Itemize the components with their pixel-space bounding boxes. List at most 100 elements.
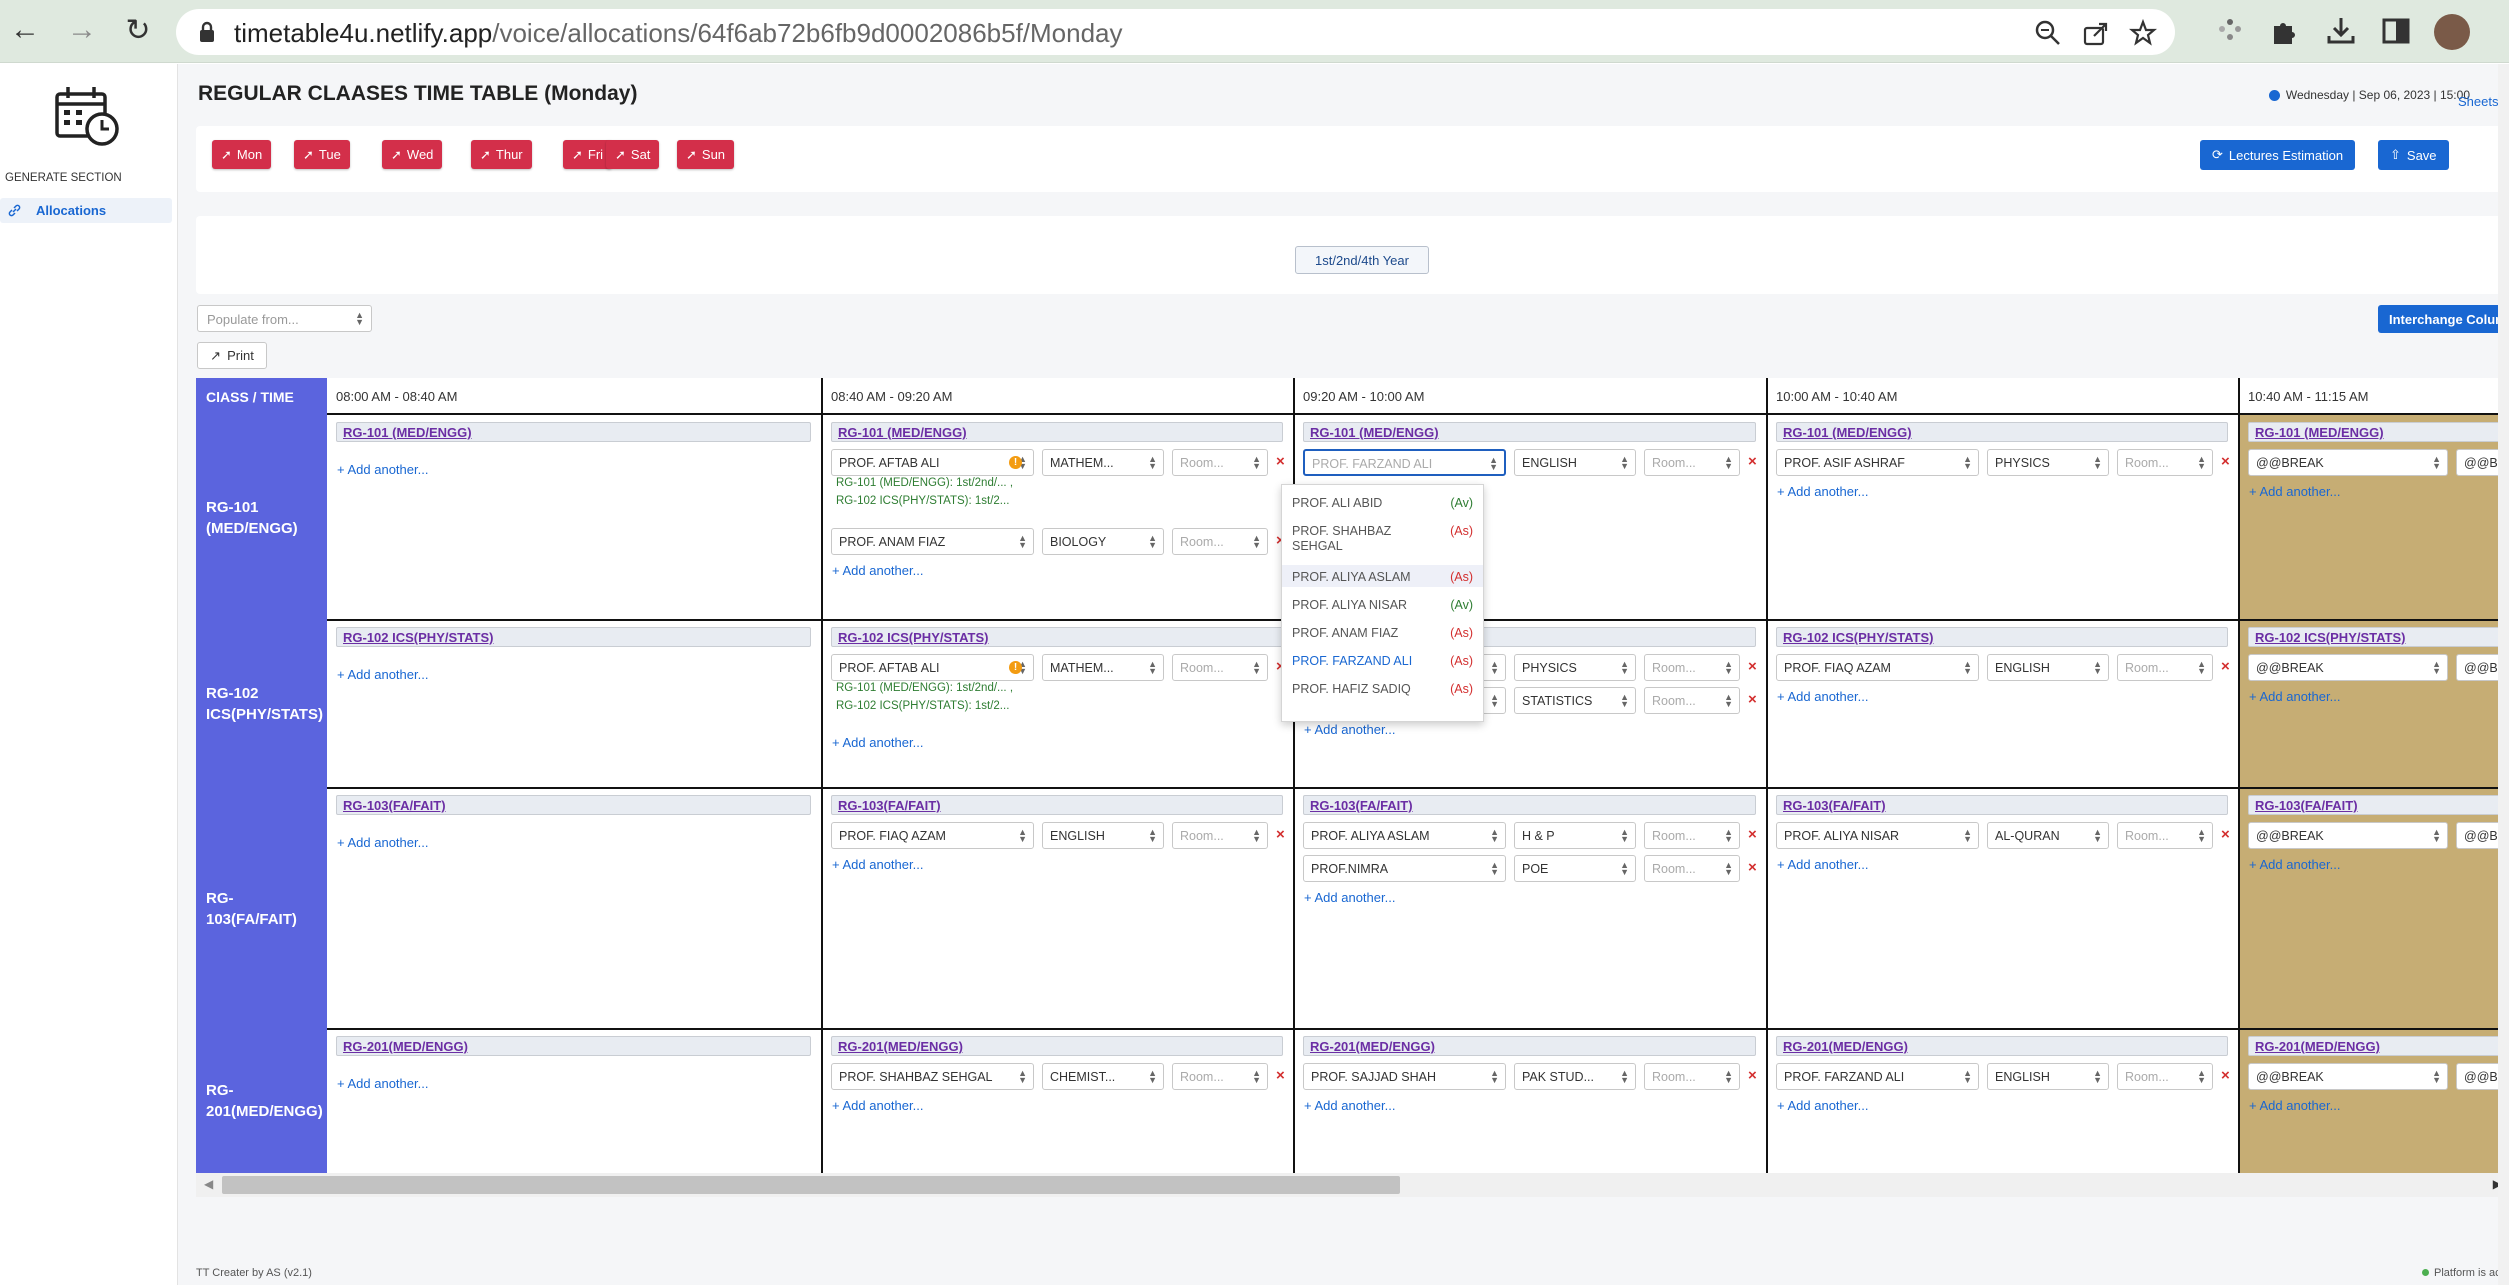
print-button[interactable]: ↗ Print: [197, 342, 267, 369]
room-select[interactable]: Room... ▲ ▼: [1644, 855, 1740, 882]
class-tag-link[interactable]: RG-102 ICS(PHY/STATS): [336, 627, 811, 647]
remove-entry-icon[interactable]: ×: [1276, 826, 1285, 843]
subject-select[interactable]: ENGLISH ▲ ▼: [1987, 1063, 2109, 1090]
class-tag-link[interactable]: RG-201(MED/ENGG): [1303, 1036, 1756, 1056]
add-another-link[interactable]: + Add another...: [1777, 689, 1868, 704]
dropdown-option[interactable]: PROF. SHAHBAZ SEHGAL (As): [1282, 519, 1483, 559]
remove-entry-icon[interactable]: ×: [1748, 453, 1757, 470]
room-select[interactable]: Room... ▲ ▼: [2117, 654, 2213, 681]
zoom-icon[interactable]: [2034, 19, 2062, 47]
subject-select[interactable]: PHYSICS ▲ ▼: [1514, 654, 1636, 681]
teacher-select[interactable]: PROF. SHAHBAZ SEHGAL ▲ ▼: [831, 1063, 1034, 1090]
dropdown-option[interactable]: PROF. ANAM FIAZ (As): [1282, 621, 1483, 643]
day-button-sun[interactable]: ➚ Sun: [677, 140, 735, 169]
teacher-select[interactable]: @@BREAK ▲ ▼: [2248, 822, 2448, 849]
add-another-link[interactable]: + Add another...: [832, 735, 923, 750]
sidebar-item-allocations[interactable]: Allocations: [0, 198, 172, 223]
lectures-estimation-button[interactable]: ⟳ Lectures Estimation: [2200, 140, 2356, 170]
star-icon[interactable]: [2129, 19, 2157, 47]
class-tag-link[interactable]: RG-103(FA/FAIT): [1303, 795, 1756, 815]
subject-select[interactable]: ENGLISH ▲ ▼: [1987, 654, 2109, 681]
room-select[interactable]: Room... ▲ ▼: [1172, 449, 1268, 476]
dropdown-option[interactable]: PROF. ALI ABID (Av): [1282, 491, 1483, 513]
room-select[interactable]: Room... ▲ ▼: [2117, 449, 2213, 476]
warning-icon[interactable]: !: [1009, 661, 1022, 674]
add-another-link[interactable]: + Add another...: [1304, 722, 1395, 737]
share-icon[interactable]: [2082, 19, 2110, 47]
room-select[interactable]: Room... ▲ ▼: [1644, 822, 1740, 849]
remove-entry-icon[interactable]: ×: [1748, 859, 1757, 876]
teacher-select[interactable]: PROF.NIMRA ▲ ▼: [1303, 855, 1506, 882]
class-tag-link[interactable]: RG-101 (MED/ENGG): [1303, 422, 1756, 442]
save-button[interactable]: ⇧ Save: [2378, 140, 2449, 170]
add-another-link[interactable]: + Add another...: [832, 1098, 923, 1113]
extension-loader-icon[interactable]: [2213, 14, 2247, 48]
class-tag-link[interactable]: RG-101 (MED/ENGG): [336, 422, 811, 442]
room-select[interactable]: Room... ▲ ▼: [1644, 449, 1740, 476]
vertical-scrollbar[interactable]: [2498, 64, 2509, 1285]
teacher-select[interactable]: PROF. ALIYA ASLAM ▲ ▼: [1303, 822, 1506, 849]
day-button-mon[interactable]: ➚ Mon: [212, 140, 272, 169]
add-another-link[interactable]: + Add another...: [337, 1076, 428, 1091]
scroll-left-icon[interactable]: ◀: [204, 1177, 213, 1191]
room-select[interactable]: Room... ▲ ▼: [1644, 654, 1740, 681]
remove-entry-icon[interactable]: ×: [2221, 453, 2230, 470]
class-tag-link[interactable]: RG-101 (MED/ENGG): [831, 422, 1283, 442]
teacher-dropdown[interactable]: PROF. ALI ABID (Av) PROF. SHAHBAZ SEHGAL (A…: [1281, 484, 1484, 722]
teacher-select[interactable]: @@BREAK ▲ ▼: [2248, 1063, 2448, 1090]
subject-select[interactable]: STATISTICS ▲ ▼: [1514, 687, 1636, 714]
teacher-select[interactable]: PROF. FIAQ AZAM ▲ ▼: [1776, 654, 1979, 681]
subject-select[interactable]: PHYSICS ▲ ▼: [1987, 449, 2109, 476]
add-another-link[interactable]: + Add another...: [832, 857, 923, 872]
class-tag-link[interactable]: RG-103(FA/FAIT): [336, 795, 811, 815]
teacher-select[interactable]: PROF. ANAM FIAZ ▲ ▼: [831, 528, 1034, 555]
teacher-select[interactable]: PROF. FIAQ AZAM ▲ ▼: [831, 822, 1034, 849]
remove-entry-icon[interactable]: ×: [1276, 453, 1285, 470]
class-tag-link[interactable]: RG-201(MED/ENGG): [336, 1036, 811, 1056]
remove-entry-icon[interactable]: ×: [2221, 826, 2230, 843]
profile-avatar[interactable]: [2434, 14, 2470, 50]
add-another-link[interactable]: + Add another...: [1777, 484, 1868, 499]
subject-select[interactable]: AL-QURAN ▲ ▼: [1987, 822, 2109, 849]
add-another-link[interactable]: + Add another...: [2249, 1098, 2340, 1113]
remove-entry-icon[interactable]: ×: [2221, 1067, 2230, 1084]
back-icon[interactable]: ←: [5, 10, 45, 50]
add-another-link[interactable]: + Add another...: [1777, 1098, 1868, 1113]
class-tag-link[interactable]: RG-102 ICS(PHY/STATS): [831, 627, 1283, 647]
dropdown-option[interactable]: PROF. HAFIZ SADIQ (As): [1282, 677, 1483, 699]
warning-icon[interactable]: !: [1009, 456, 1022, 469]
download-icon[interactable]: [2324, 14, 2358, 48]
horizontal-scrollbar[interactable]: ◀ ▶: [196, 1173, 2509, 1197]
subject-select[interactable]: PAK STUD... ▲ ▼: [1514, 1063, 1636, 1090]
day-button-sat[interactable]: ➚ Sat: [606, 140, 660, 169]
class-tag-link[interactable]: RG-201(MED/ENGG): [1776, 1036, 2228, 1056]
room-select[interactable]: Room... ▲ ▼: [1172, 654, 1268, 681]
teacher-select[interactable]: PROF. AFTAB ALI ▲ ▼: [831, 654, 1034, 681]
add-another-link[interactable]: + Add another...: [1304, 890, 1395, 905]
subject-select[interactable]: ENGLISH ▲ ▼: [1042, 822, 1164, 849]
remove-entry-icon[interactable]: ×: [1748, 691, 1757, 708]
add-another-link[interactable]: + Add another...: [2249, 857, 2340, 872]
add-another-link[interactable]: + Add another...: [337, 835, 428, 850]
remove-entry-icon[interactable]: ×: [1276, 1067, 1285, 1084]
day-button-thur[interactable]: ➚ Thur: [471, 140, 532, 169]
add-another-link[interactable]: + Add another...: [2249, 484, 2340, 499]
day-button-wed[interactable]: ➚ Wed: [382, 140, 443, 169]
room-select[interactable]: Room... ▲ ▼: [1172, 528, 1268, 555]
teacher-select[interactable]: PROF. AFTAB ALI ▲ ▼: [831, 449, 1034, 476]
class-tag-link[interactable]: RG-102 ICS(PHY/STATS): [1776, 627, 2228, 647]
dropdown-option[interactable]: PROF. FARZAND ALI (As): [1282, 649, 1483, 671]
day-button-fri[interactable]: ➚ Fri: [563, 140, 613, 169]
teacher-select[interactable]: PROF. FARZAND ALI ▲ ▼: [1303, 449, 1506, 476]
subject-select[interactable]: H & P ▲ ▼: [1514, 822, 1636, 849]
address-bar[interactable]: timetable4u.netlify.app/voice/allocation…: [176, 9, 2175, 55]
day-button-tue[interactable]: ➚ Tue: [294, 140, 350, 169]
room-select[interactable]: Room... ▲ ▼: [2117, 822, 2213, 849]
teacher-select[interactable]: @@BREAK ▲ ▼: [2248, 449, 2448, 476]
remove-entry-icon[interactable]: ×: [1748, 1067, 1757, 1084]
class-tag-link[interactable]: RG-201(MED/ENGG): [2248, 1036, 2509, 1056]
year-button[interactable]: 1st/2nd/4th Year: [1295, 246, 1429, 274]
teacher-select[interactable]: PROF. FARZAND ALI ▲ ▼: [1776, 1063, 1979, 1090]
room-select[interactable]: Room... ▲ ▼: [1172, 1063, 1268, 1090]
teacher-select[interactable]: PROF. ASIF ASHRAF ▲ ▼: [1776, 449, 1979, 476]
